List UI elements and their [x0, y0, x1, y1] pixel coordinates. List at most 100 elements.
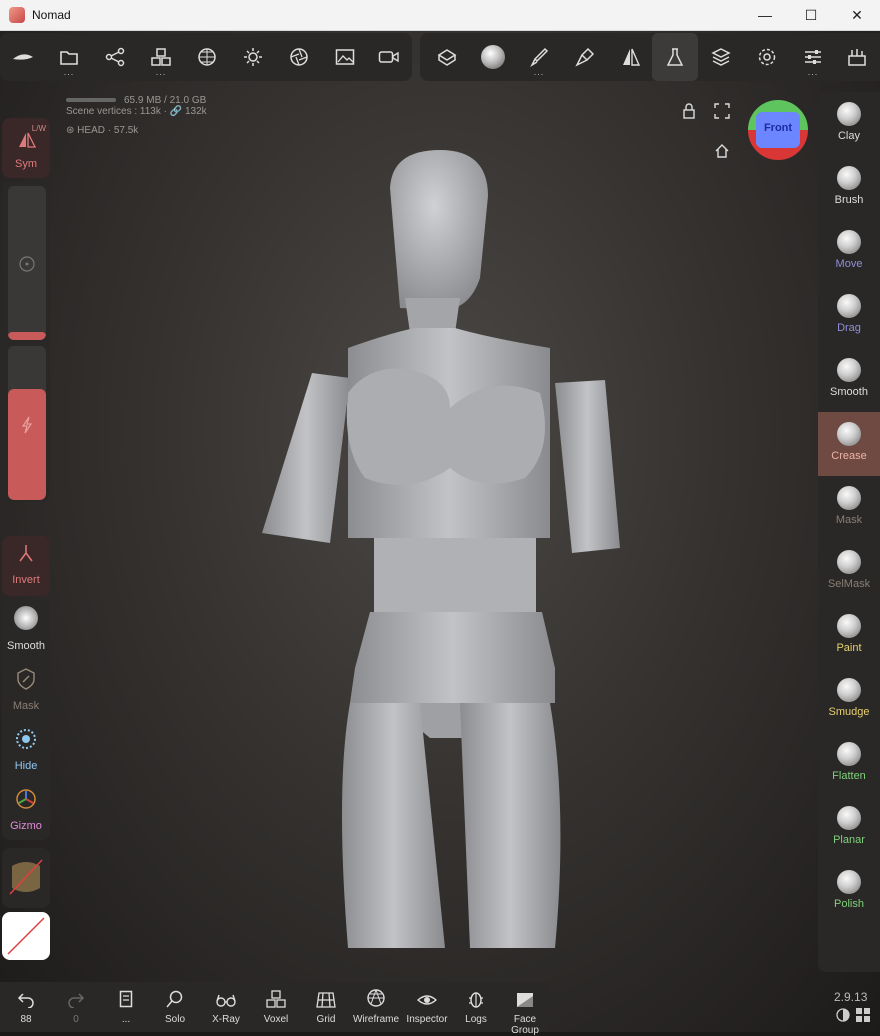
brush-icon [837, 166, 861, 190]
voxel-button[interactable]: Voxel [254, 982, 298, 1032]
tool-move[interactable]: Move [818, 220, 880, 284]
wireframe-icon [367, 989, 385, 1007]
smudge-icon [837, 678, 861, 702]
active-object-label[interactable]: HEAD · 57.5k [77, 125, 138, 136]
folder-icon[interactable]: ... [46, 33, 92, 81]
xray-button[interactable]: X-Ray [204, 982, 248, 1032]
tool-label: Crease [831, 450, 867, 462]
radius-slider[interactable] [8, 186, 46, 340]
fullscreen-icon[interactable] [714, 103, 730, 124]
tool-crease[interactable]: Crease [818, 412, 880, 476]
tool-label: Paint [836, 642, 862, 654]
tool-drag[interactable]: Drag [818, 284, 880, 348]
primitives-menu-dots: ... [155, 67, 167, 77]
tool-label: Flatten [832, 770, 866, 782]
redo-button[interactable]: 0 [56, 982, 96, 1032]
quick-tools-panel: Smooth Mask Hide Gizmo [2, 600, 50, 840]
gizmo-quick-button[interactable]: Gizmo [2, 788, 50, 842]
view-gizmo[interactable]: Front [746, 98, 810, 162]
tool-selmask[interactable]: SelMask [818, 540, 880, 604]
face-group-label: Face Group [511, 1014, 539, 1036]
logs-button[interactable]: Logs [456, 982, 496, 1032]
flask-icon[interactable] [652, 33, 698, 81]
topology-icon[interactable] [184, 33, 230, 81]
scene-stats: 65.9 MB / 21.0 GB Scene vertices : 113k … [66, 95, 207, 136]
grid-button[interactable]: Grid [304, 982, 348, 1032]
logo-icon[interactable] [0, 33, 46, 81]
tool-label: Brush [834, 194, 864, 206]
material-swatch-icon [8, 858, 44, 901]
tool-paint[interactable]: Paint [818, 604, 880, 668]
paint-icon[interactable]: ... [516, 33, 562, 81]
sculpt-icon[interactable] [424, 33, 470, 81]
paint-menu-dots: ... [533, 67, 545, 77]
contrast-icon[interactable] [836, 1008, 850, 1027]
tool-label: Planar [833, 834, 865, 846]
wireframe-button[interactable]: Wireframe [350, 982, 402, 1032]
layers-icon[interactable] [698, 33, 744, 81]
move-icon [837, 230, 861, 254]
color-swatch-button[interactable] [2, 912, 50, 960]
tool-mask[interactable]: Mask [818, 476, 880, 540]
mask-quick-button[interactable]: Mask [2, 668, 50, 722]
view-label: Front [763, 122, 793, 134]
material-icon[interactable] [470, 33, 516, 81]
lock-icon[interactable] [682, 103, 696, 124]
brush-icon[interactable] [562, 33, 608, 81]
minimize-button[interactable]: — [742, 0, 788, 30]
tools-icon[interactable] [834, 33, 880, 81]
tool-smudge[interactable]: Smudge [818, 668, 880, 732]
symmetry-icon[interactable] [608, 33, 654, 81]
mask-icon [837, 486, 861, 510]
windows-icon[interactable] [856, 1008, 870, 1027]
mask-icon [16, 668, 36, 695]
bottom-toolbar: 88 0 ... Solo X-Ray Voxel Grid Wireframe… [0, 982, 550, 1036]
intensity-icon [21, 416, 33, 439]
drag-icon [837, 294, 861, 318]
material-swatch-button[interactable] [2, 848, 50, 908]
face-group-button[interactable]: Face Group [500, 982, 550, 1036]
tool-label: Drag [837, 322, 861, 334]
tool-flatten[interactable]: Flatten [818, 732, 880, 796]
primitives-icon[interactable]: ... [138, 33, 184, 81]
color-none-icon [7, 917, 45, 955]
close-button[interactable]: ✕ [834, 0, 880, 30]
hide-quick-button[interactable]: Hide [2, 728, 50, 782]
tool-planar[interactable]: Planar [818, 796, 880, 860]
sym-label: Sym [15, 158, 37, 170]
hide-icon [15, 728, 37, 755]
version-label: 2.9.13 [834, 990, 868, 1004]
inspector-button[interactable]: Inspector [402, 982, 452, 1032]
smooth-quick-button[interactable]: Smooth [2, 606, 50, 660]
scene-icon[interactable] [92, 33, 138, 81]
light-icon[interactable] [230, 33, 276, 81]
undo-button[interactable]: 88 [6, 982, 46, 1032]
voxel-label: Voxel [263, 1014, 289, 1025]
inspector-label: Inspector [406, 1014, 448, 1025]
bug-icon [469, 992, 483, 1008]
image-icon[interactable] [322, 33, 368, 81]
camera-icon[interactable] [366, 33, 412, 81]
tool-clay[interactable]: Clay [818, 92, 880, 156]
aperture-icon[interactable] [276, 33, 322, 81]
face-group-icon [517, 993, 533, 1007]
symmetry-button[interactable]: L/W Sym [2, 118, 50, 178]
tool-smooth[interactable]: Smooth [818, 348, 880, 412]
smooth-quick-label: Smooth [7, 640, 45, 652]
sliders-icon[interactable]: ... [790, 33, 836, 81]
wireframe-label: Wireframe [352, 1014, 400, 1025]
sliders-menu-dots: ... [807, 67, 819, 77]
sculpt-model[interactable] [250, 148, 630, 948]
home-icon[interactable] [714, 143, 730, 164]
maximize-button[interactable]: ☐ [788, 0, 834, 30]
tool-brush[interactable]: Brush [818, 156, 880, 220]
invert-button[interactable]: Invert [2, 536, 50, 596]
mask-quick-label: Mask [12, 700, 40, 712]
intensity-slider[interactable] [8, 346, 46, 500]
tool-polish[interactable]: Polish [818, 860, 880, 924]
solo-label: Solo [164, 1014, 185, 1025]
solo-button[interactable]: Solo [152, 982, 198, 1032]
settings-icon[interactable] [744, 33, 790, 81]
history-button[interactable]: ... [106, 982, 146, 1032]
book-icon [119, 990, 133, 1008]
